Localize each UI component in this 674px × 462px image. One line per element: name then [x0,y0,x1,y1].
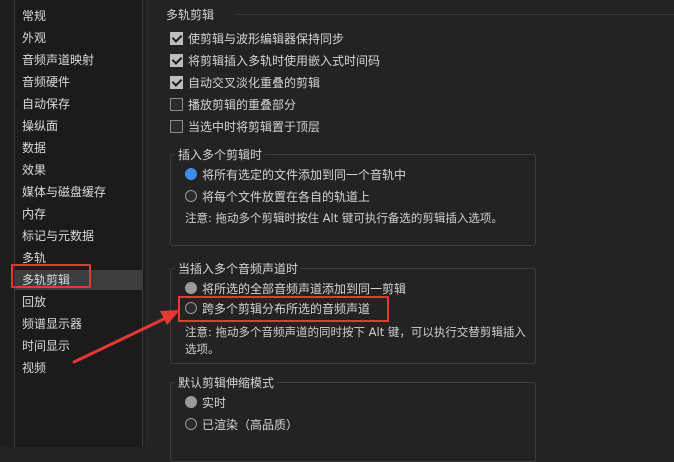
radio-same-track[interactable]: 将所有选定的文件添加到同一个音轨中 [185,166,406,184]
group-title-stretch: 默认剪辑伸缩模式 [175,374,278,391]
section-title: 多轨剪辑 [166,8,215,22]
radio-selected-icon[interactable] [185,168,197,180]
sidebar-item-playback[interactable]: 回放 [22,292,46,312]
checkbox-play-overlap[interactable]: 播放剪辑的重叠部分 [170,96,296,114]
radio-selected-icon[interactable] [185,282,197,294]
category-list: 常规 外观 音频声道映射 音频硬件 自动保存 操纵面 数据 效果 媒体与磁盘缓存… [14,0,143,447]
checkbox-label: 播放剪辑的重叠部分 [188,98,297,112]
sidebar-item-appearance[interactable]: 外观 [22,28,46,48]
radio-unselected-icon[interactable] [185,418,197,430]
checkbox-sync-clips[interactable]: 使剪辑与波形编辑器保持同步 [170,30,344,48]
radio-label: 跨多个剪辑分布所选的音频声道 [202,302,371,316]
sidebar-item-media-disk-cache[interactable]: 媒体与磁盘缓存 [22,182,106,202]
channels-note-line-1: 注意: 拖动多个音频声道的同时按下 Alt 键，可以执行交替剪辑插入 [185,325,526,339]
radio-unselected-icon[interactable] [185,190,197,202]
sidebar-item-video[interactable]: 视频 [22,358,46,378]
checkbox-checked-icon[interactable] [170,76,183,89]
radio-label: 将每个文件放置在各自的轨道上 [202,190,371,204]
checkbox-embedded-timecode[interactable]: 将剪辑插入多轨时使用嵌入式时间码 [170,52,380,70]
checkbox-checked-icon[interactable] [170,54,183,67]
sidebar-item-markers-metadata[interactable]: 标记与元数据 [22,226,94,246]
radio-label: 将所选的全部音频声道添加到同一剪辑 [202,282,407,296]
sidebar-item-effects[interactable]: 效果 [22,160,46,180]
checkbox-unchecked-icon[interactable] [170,98,183,111]
sidebar-item-multitrack[interactable]: 多轨 [22,248,46,268]
radio-label: 实时 [202,396,227,410]
checkbox-label: 使剪辑与波形编辑器保持同步 [188,32,345,46]
sidebar-item-general[interactable]: 常规 [22,6,46,26]
insert-note: 注意: 拖动多个剪辑时按住 Alt 键可执行备选的剪辑插入选项。 [185,211,503,225]
sidebar-item-memory[interactable]: 内存 [22,204,46,224]
sidebar-item-audio-hardware[interactable]: 音频硬件 [22,72,70,92]
checkbox-bring-to-top[interactable]: 当选中时将剪辑置于顶层 [170,118,320,136]
sidebar-item-control-surface[interactable]: 操纵面 [22,116,58,136]
group-title-insert: 插入多个剪辑时 [175,146,266,163]
sidebar-item-time-display[interactable]: 时间显示 [22,336,70,356]
sidebar-item-autosave[interactable]: 自动保存 [22,94,70,114]
sidebar-item-data[interactable]: 数据 [22,138,46,158]
radio-label: 已渲染（高品质） [202,418,299,432]
checkbox-unchecked-icon[interactable] [170,120,183,133]
section-title-rule [236,14,674,15]
radio-selected-icon[interactable] [185,396,197,408]
radio-realtime[interactable]: 实时 [185,394,226,412]
sidebar-item-multitrack-clips[interactable]: 多轨剪辑 [15,270,142,290]
channels-note-line-2: 选项。 [185,342,220,356]
checkbox-checked-icon[interactable] [170,32,183,45]
radio-label: 将所有选定的文件添加到同一个音轨中 [202,168,407,182]
radio-unselected-icon[interactable] [185,302,197,314]
sidebar: 常规 外观 音频声道映射 音频硬件 自动保存 操纵面 数据 效果 媒体与磁盘缓存… [0,0,146,447]
radio-rendered[interactable]: 已渲染（高品质） [185,416,298,434]
checkbox-auto-crossfade[interactable]: 自动交叉淡化重叠的剪辑 [170,74,320,92]
sidebar-item-audio-channel-mapping[interactable]: 音频声道映射 [22,50,94,70]
sidebar-item-spectral-display[interactable]: 频谱显示器 [22,314,82,334]
radio-separate-tracks[interactable]: 将每个文件放置在各自的轨道上 [185,188,370,206]
radio-same-clip[interactable]: 将所选的全部音频声道添加到同一剪辑 [185,280,406,298]
group-title-channels: 当插入多个音频声道时 [175,260,302,277]
radio-distribute-channels[interactable]: 跨多个剪辑分布所选的音频声道 [185,300,370,318]
checkbox-label: 自动交叉淡化重叠的剪辑 [188,76,321,90]
checkbox-label: 当选中时将剪辑置于顶层 [188,120,321,134]
pane-divider [146,0,147,447]
checkbox-label: 将剪辑插入多轨时使用嵌入式时间码 [188,54,381,68]
